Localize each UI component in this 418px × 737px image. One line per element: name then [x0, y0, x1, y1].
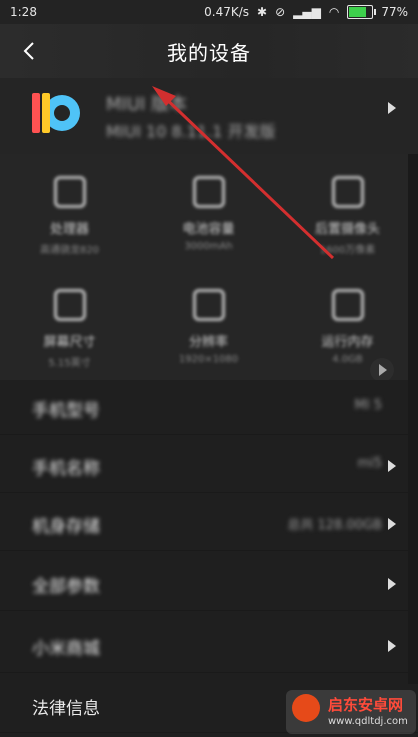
header: 我的设备	[0, 24, 418, 78]
battery-capacity-icon	[192, 176, 225, 208]
list-item-label: 全部参数	[32, 577, 100, 597]
watermark-logo-icon	[292, 694, 320, 722]
list-item-value: MI 5	[354, 398, 382, 413]
resolution-icon	[192, 289, 225, 321]
watermark-name: 启东安卓网	[328, 696, 404, 714]
cpu-icon	[53, 176, 86, 208]
list-item-label: 手机型号	[32, 401, 100, 421]
watermark-url: www.qdltdj.com	[328, 716, 408, 727]
grid-cell-label: 处理器	[49, 222, 89, 237]
grid-cell-label: 分辨率	[188, 335, 228, 350]
status-bar: 1:28 0.47K/s ✱ ⊘ ▂▄▆ ◠ 77%	[0, 0, 418, 24]
bluetooth-icon: ✱	[257, 5, 268, 19]
status-time: 1:28	[10, 5, 37, 19]
battery-percent: 77%	[381, 5, 408, 19]
list-item[interactable]: 机身存储 总共 128.00GB	[0, 496, 418, 551]
wifi-icon: ◠	[328, 5, 340, 19]
back-button[interactable]	[14, 36, 44, 66]
net-speed: 0.47K/s	[204, 5, 250, 19]
grid-cell-sub: 5.15英寸	[48, 358, 91, 369]
grid-cell-sub: 1600万像素	[319, 245, 376, 256]
grid-cell: 后置摄像头 1600万像素	[278, 154, 417, 267]
list-item-label: 法律信息	[32, 699, 100, 719]
list-item[interactable]: 手机型号 MI 5	[0, 380, 418, 435]
list-item[interactable]: 小米商城	[0, 618, 418, 673]
chevron-right-icon	[388, 640, 396, 652]
chevron-right-icon	[388, 578, 396, 590]
list-item-label: 机身存储	[32, 517, 100, 537]
list-item-value: mi5	[357, 456, 382, 471]
memory-icon	[331, 289, 364, 321]
grid-cell: 屏幕尺寸 5.15英寸	[0, 267, 139, 380]
grid-cell: 处理器 高通骁龙820	[0, 154, 139, 267]
list-item-label: 小米商城	[32, 639, 100, 659]
miui-logo-icon	[32, 93, 80, 133]
grid-cell-sub: 高通骁龙820	[39, 245, 100, 256]
scroll-right-button[interactable]	[370, 358, 394, 382]
grid-cell-sub: 3000mAh	[184, 241, 233, 252]
miui-version-value-text: MIUI 10 8.11.1 开发版	[106, 122, 276, 141]
signal-icon: ▂▄▆	[293, 5, 321, 19]
grid-cell: 分辨率 1920×1080	[139, 267, 278, 380]
miui-version-value: MIUI 10 8.11.1 开发版	[106, 118, 275, 142]
grid-cell: 运行内存 4.0GB	[278, 267, 417, 380]
battery-fill	[349, 7, 367, 17]
chevron-right-icon	[379, 364, 387, 376]
list-item[interactable]: 全部参数	[0, 556, 418, 611]
grid-cell-sub: 1920×1080	[178, 354, 239, 365]
grid-cell-label: 屏幕尺寸	[43, 335, 96, 350]
grid-cell-label: 电池容量	[182, 222, 235, 237]
list-item-label: 手机名称	[32, 459, 100, 479]
screen-size-icon	[53, 289, 86, 321]
camera-icon	[331, 176, 364, 208]
chevron-left-icon	[23, 42, 34, 60]
status-right: 0.47K/s ✱ ⊘ ▂▄▆ ◠ 77%	[204, 5, 408, 19]
miui-version-row[interactable]: MIUI 版本 MIUI 10 8.11.1 开发版	[0, 78, 418, 155]
grid-cell: 电池容量 3000mAh	[139, 154, 278, 267]
chevron-right-icon	[388, 102, 396, 114]
device-info-grid: 处理器 高通骁龙820 电池容量 3000mAh 后置摄像头 1600万像素 屏…	[0, 154, 418, 380]
device-info-list: 手机型号 MI 5 手机名称 mi5 机身存储 总共 128.00GB 全部参数…	[0, 380, 418, 737]
grid-cell-label: 运行内存	[321, 335, 374, 350]
chevron-right-icon	[388, 518, 396, 530]
miui-version-title: MIUI 版本	[106, 90, 187, 116]
miui-version-title-text: MIUI 版本	[106, 94, 188, 115]
list-item[interactable]: 手机名称 mi5	[0, 438, 418, 493]
side-strip	[408, 154, 418, 684]
grid-cell-label: 后置摄像头	[314, 222, 380, 237]
watermark: 启东安卓网 www.qdltdj.com	[286, 690, 416, 734]
list-item-value: 总共 128.00GB	[287, 518, 382, 533]
grid-cell-sub: 4.0GB	[332, 354, 363, 365]
battery-icon	[347, 5, 377, 19]
mute-icon: ⊘	[275, 5, 286, 19]
chevron-right-icon	[388, 460, 396, 472]
page-title: 我的设备	[167, 40, 251, 65]
